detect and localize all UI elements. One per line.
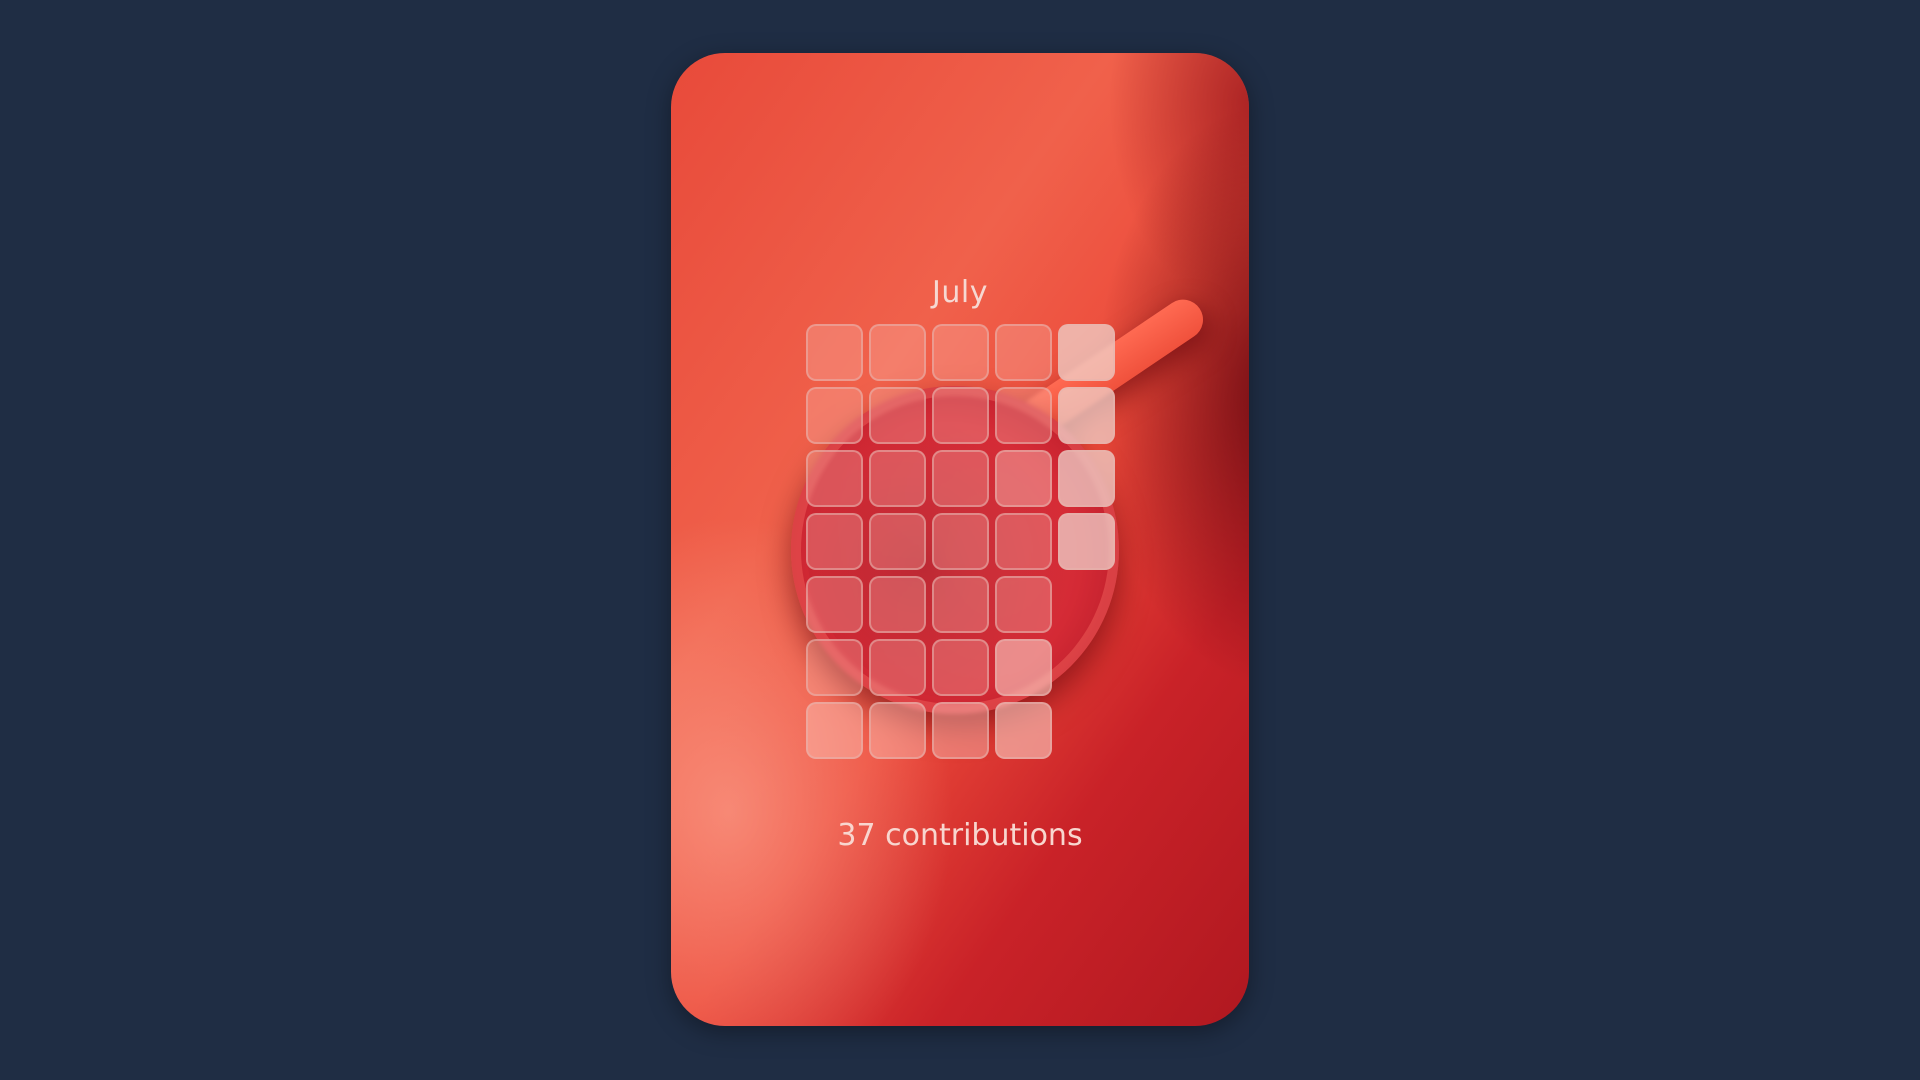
day-cell[interactable] xyxy=(932,639,989,696)
day-cell[interactable] xyxy=(869,639,926,696)
day-cell[interactable] xyxy=(995,639,1052,696)
day-cell[interactable] xyxy=(995,450,1052,507)
day-cell[interactable] xyxy=(932,450,989,507)
day-cell[interactable] xyxy=(806,450,863,507)
day-cell[interactable] xyxy=(806,576,863,633)
day-cell[interactable] xyxy=(806,387,863,444)
day-cell[interactable] xyxy=(995,387,1052,444)
contribution-count: 37 contributions xyxy=(837,818,1083,853)
stage: July 37 contributions xyxy=(0,0,1920,1080)
day-cell[interactable] xyxy=(806,324,863,381)
day-cell[interactable] xyxy=(995,324,1052,381)
day-cell[interactable] xyxy=(932,513,989,570)
day-cell[interactable] xyxy=(932,702,989,759)
contribution-card: July 37 contributions xyxy=(671,53,1249,1026)
day-cell[interactable] xyxy=(932,387,989,444)
day-cell[interactable] xyxy=(869,324,926,381)
day-cell[interactable] xyxy=(995,702,1052,759)
day-cell[interactable] xyxy=(1058,387,1115,444)
day-cell[interactable] xyxy=(932,576,989,633)
day-cell[interactable] xyxy=(995,576,1052,633)
day-cell[interactable] xyxy=(869,702,926,759)
day-cell[interactable] xyxy=(806,702,863,759)
day-cell[interactable] xyxy=(995,513,1052,570)
day-cell[interactable] xyxy=(869,387,926,444)
day-cell[interactable] xyxy=(869,450,926,507)
day-cell[interactable] xyxy=(869,576,926,633)
month-title: July xyxy=(932,275,988,310)
day-cell[interactable] xyxy=(869,513,926,570)
day-cell[interactable] xyxy=(932,324,989,381)
day-cell[interactable] xyxy=(1058,324,1115,381)
day-cell[interactable] xyxy=(806,513,863,570)
day-cell[interactable] xyxy=(806,639,863,696)
day-cell[interactable] xyxy=(1058,513,1115,570)
contribution-grid xyxy=(806,324,1115,759)
day-cell[interactable] xyxy=(1058,450,1115,507)
